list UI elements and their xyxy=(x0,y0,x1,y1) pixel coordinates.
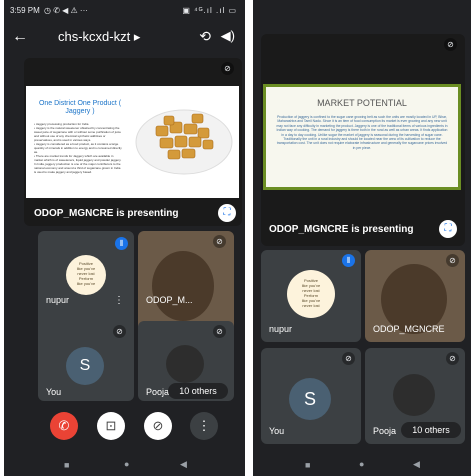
more-options-icon[interactable]: ⋮ xyxy=(114,295,124,306)
status-signal-battery: ▣ ⁴ᴳ.ıl .ıl ▭ xyxy=(182,6,237,15)
mic-off-button[interactable]: ⊘ xyxy=(144,412,172,440)
mic-off-icon: ⊘ xyxy=(221,62,234,75)
back-arrow-icon[interactable]: ← xyxy=(12,28,28,46)
meeting-code[interactable]: chs-kcxd-kzt ▸ xyxy=(58,29,140,45)
home-icon[interactable]: ● xyxy=(359,459,364,469)
status-time: 3:59 PM xyxy=(10,6,40,15)
participant-name: nupur xyxy=(46,295,70,305)
participant-name: You xyxy=(46,387,62,397)
avatar: S xyxy=(66,347,104,385)
phone-screen-left: 3:59 PM ◷ ✆ ◀ ⚠ ··· ▣ ⁴ᴳ.ıl .ıl ▭ ← chs-… xyxy=(4,0,245,476)
recents-icon[interactable]: ■ xyxy=(64,460,69,470)
participant-tile-pooja[interactable]: ⊘ Pooja 10 others xyxy=(138,321,234,401)
recents-icon[interactable]: ■ xyxy=(305,460,310,470)
avatar: Positive like you've never lost Perform … xyxy=(287,270,335,318)
participant-tile-pooja[interactable]: ⊘ Pooja 10 others xyxy=(365,348,465,444)
slide-title: MARKET POTENTIAL xyxy=(317,98,407,108)
participant-photo xyxy=(393,374,435,416)
participant-name: Pooja xyxy=(373,426,397,436)
slide-title: One District One Product ( Jaggery ) xyxy=(38,100,122,115)
system-navbar: ■ ● ◀ xyxy=(4,454,245,476)
back-nav-icon[interactable]: ◀ xyxy=(413,459,420,470)
presentation-slide: One District One Product ( Jaggery ) • J… xyxy=(26,86,239,198)
slide-bullet: • Jaggery is the natural sweetener obtai… xyxy=(34,126,121,142)
speaking-indicator-icon: ⦀ xyxy=(342,254,355,267)
presentation-slide: MARKET POTENTIAL Production of jaggery i… xyxy=(263,84,461,190)
presenting-label: ODOP_MGNCRE is presenting xyxy=(269,224,414,235)
more-button[interactable]: ⋮ xyxy=(190,412,218,440)
avatar: Positive like you've never lost Perform … xyxy=(66,255,106,295)
slide-bullet: • There are market trends for Jaggery wh… xyxy=(34,154,122,174)
end-call-button[interactable]: ✆ xyxy=(50,412,78,440)
camera-off-button[interactable]: ⊡ xyxy=(97,412,125,440)
participant-tile-odop[interactable]: ⊘ ODOP_MGNCRE xyxy=(365,250,465,342)
others-count-badge[interactable]: 10 others xyxy=(401,422,461,438)
participant-tile-nupur[interactable]: ⦀ Positive like you've never lost Perfor… xyxy=(261,250,361,342)
presentation-tile[interactable]: ⊘ MARKET POTENTIAL Production of jaggery… xyxy=(261,34,465,246)
fullscreen-icon[interactable]: ⛶ xyxy=(218,204,236,222)
avatar: S xyxy=(289,378,331,420)
system-navbar: ■ ● ◀ xyxy=(253,454,471,476)
participant-name: You xyxy=(269,426,285,436)
presentation-tile[interactable]: ⊘ One District One Product ( Jaggery ) •… xyxy=(24,58,242,226)
mic-off-icon: ⊘ xyxy=(213,235,226,248)
participant-name: ODOP_M... xyxy=(146,295,193,305)
status-bar: 3:59 PM ◷ ✆ ◀ ⚠ ··· ▣ ⁴ᴳ.ıl .ıl ▭ xyxy=(4,0,245,20)
phone-screen-right: ⊘ MARKET POTENTIAL Production of jaggery… xyxy=(253,0,471,476)
jaggery-image xyxy=(135,109,233,175)
mic-off-icon: ⊘ xyxy=(113,325,126,338)
home-icon[interactable]: ● xyxy=(124,459,129,469)
camera-switch-icon[interactable]: ⟲ xyxy=(199,28,211,45)
participant-video xyxy=(152,251,214,321)
participant-photo xyxy=(166,345,204,383)
back-nav-icon[interactable]: ◀ xyxy=(180,459,187,470)
slide-body: Production of jaggery is confined to the… xyxy=(276,115,448,150)
avatar-text: like you've xyxy=(76,281,96,286)
top-bar: ← chs-kcxd-kzt ▸ ⟲ ◀) xyxy=(4,22,245,54)
mic-off-icon: ⊘ xyxy=(446,352,459,365)
speaking-indicator-icon: ⦀ xyxy=(115,237,128,250)
mic-off-icon: ⊘ xyxy=(444,38,457,51)
mic-off-icon: ⊘ xyxy=(342,352,355,365)
others-count-badge[interactable]: 10 others xyxy=(168,383,228,399)
speaker-icon[interactable]: ◀) xyxy=(221,28,235,44)
status-notification-icons: ◷ ✆ ◀ ⚠ ··· xyxy=(44,6,88,15)
participant-name: nupur xyxy=(269,324,293,334)
mic-off-icon: ⊘ xyxy=(213,325,226,338)
participant-tile-you[interactable]: ⊘ S You xyxy=(38,321,134,401)
mic-off-icon: ⊘ xyxy=(446,254,459,267)
presenting-label: ODOP_MGNCRE is presenting xyxy=(34,208,179,219)
fullscreen-icon[interactable]: ⛶ xyxy=(439,220,457,238)
slide-bullet: • Jaggery is considered as a food produc… xyxy=(34,142,122,154)
participant-tile-you[interactable]: ⊘ S You xyxy=(261,348,361,444)
participant-name: ODOP_MGNCRE xyxy=(373,324,445,334)
avatar-text: never lost xyxy=(302,303,320,308)
participant-name: Pooja xyxy=(146,387,170,397)
slide-bullets: • Jaggery processing production for Indi… xyxy=(34,122,122,174)
